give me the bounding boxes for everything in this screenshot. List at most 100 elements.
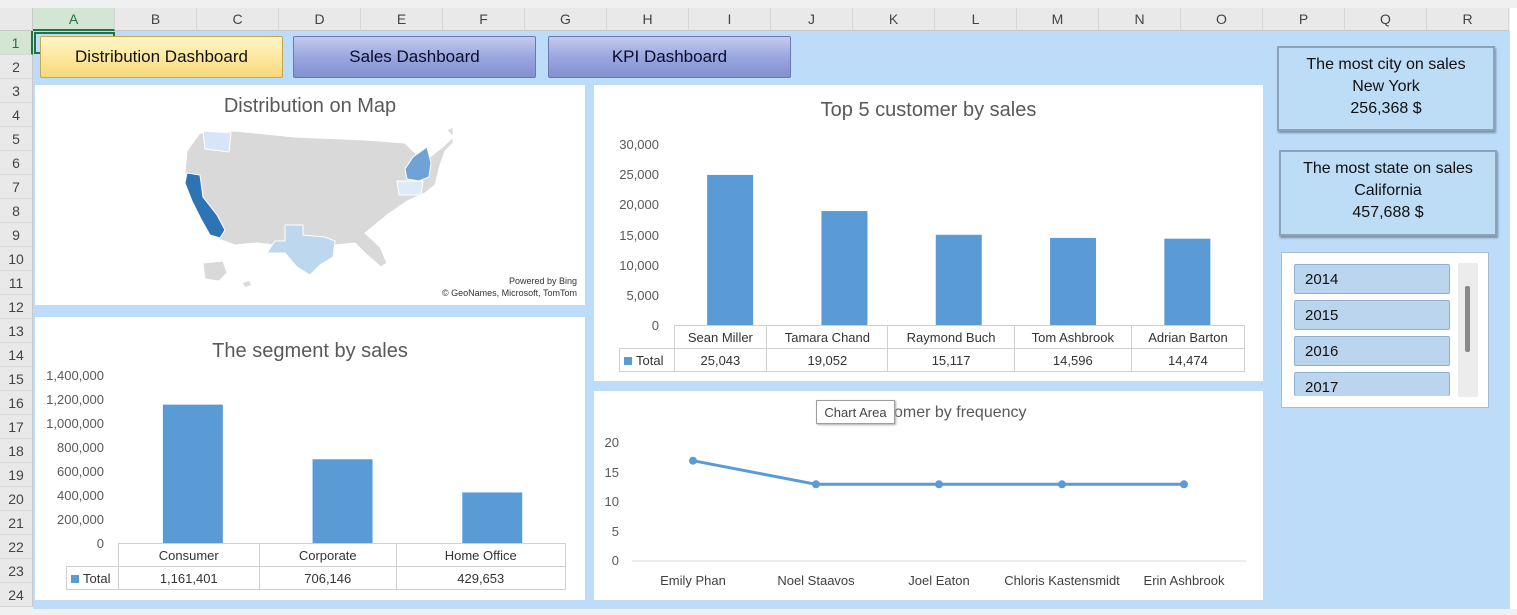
top-customers-chart[interactable]: Top 5 customer by sales Sean Miller Tama… [594, 85, 1263, 381]
bar-raymond-buch[interactable] [935, 234, 982, 326]
row-header[interactable]: 11 [0, 271, 33, 295]
frequency-point[interactable] [1180, 480, 1188, 489]
slicer-item-2015[interactable]: 2015 [1294, 300, 1450, 330]
customer-sales: 25,043 [673, 348, 768, 372]
row-header[interactable]: 8 [0, 199, 33, 223]
column-header[interactable]: G [525, 8, 607, 31]
row-header[interactable]: 9 [0, 223, 33, 247]
row-header[interactable]: 2 [0, 55, 33, 79]
x-tick-label: Erin Ashbrook [1143, 573, 1225, 588]
map-chart[interactable]: Distribution on Map Powered by Bing © Ge… [35, 85, 585, 305]
select-all-corner[interactable] [0, 8, 33, 31]
segment-value: 706,146 [259, 566, 397, 590]
top-city-amount: 256,368 $ [1350, 100, 1422, 117]
y-tick-label: 25,000 [619, 167, 659, 183]
column-header[interactable]: B [115, 8, 197, 31]
y-tick-label: 15,000 [619, 227, 659, 243]
frequency-point[interactable] [812, 480, 820, 489]
y-tick-label: 20 [604, 435, 619, 450]
row-header[interactable]: 4 [0, 103, 33, 127]
sales-dashboard-button[interactable]: Sales Dashboard [293, 36, 536, 78]
top-city-name: New York [1352, 78, 1420, 95]
row-header[interactable]: 6 [0, 151, 33, 175]
column-header[interactable]: N [1099, 8, 1181, 31]
slicer-item-2017[interactable]: 2017 [1294, 372, 1450, 396]
map-powered-by: Powered by Bing [508, 276, 577, 286]
column-header[interactable]: R [1427, 8, 1509, 31]
column-header[interactable]: I [689, 8, 771, 31]
map-credit: © GeoNames, Microsoft, TomTom [442, 288, 577, 298]
slicer-item-2014[interactable]: 2014 [1294, 264, 1450, 294]
column-header[interactable]: H [607, 8, 689, 31]
y-tick-label: 10,000 [619, 257, 659, 273]
customer-sales: 19,052 [766, 348, 889, 372]
row-header[interactable]: 22 [0, 535, 33, 559]
distribution-dashboard-button[interactable]: Distribution Dashboard [40, 36, 283, 78]
bar-corporate[interactable] [312, 459, 373, 544]
column-header[interactable]: Q [1345, 8, 1427, 31]
customer-name: Sean Miller [673, 325, 768, 349]
column-header[interactable]: L [935, 8, 1017, 31]
row-header[interactable]: 16 [0, 391, 33, 415]
bar-home-office[interactable] [462, 492, 523, 544]
row-header[interactable]: 3 [0, 79, 33, 103]
row-header[interactable]: 15 [0, 367, 33, 391]
column-header[interactable]: F [443, 8, 525, 31]
column-header[interactable]: K [853, 8, 935, 31]
row-header[interactable]: 19 [0, 463, 33, 487]
column-header[interactable]: O [1181, 8, 1263, 31]
top-customers-data-table: Sean Miller Tamara Chand Raymond Buch To… [619, 325, 1246, 372]
row-header[interactable]: 23 [0, 559, 33, 583]
column-header[interactable]: D [279, 8, 361, 31]
row-header[interactable]: 24 [0, 583, 33, 607]
legend-swatch [624, 356, 632, 365]
row-header[interactable]: 14 [0, 343, 33, 367]
row-header[interactable]: 1 [0, 31, 33, 55]
row-header[interactable]: 5 [0, 127, 33, 151]
row-header[interactable]: 17 [0, 415, 33, 439]
chart-area-tooltip: Chart Area [816, 400, 895, 424]
frequency-point[interactable] [1058, 480, 1066, 489]
y-tick-label: 0 [651, 318, 659, 333]
row-header[interactable]: 10 [0, 247, 33, 271]
frequency-point[interactable] [935, 480, 943, 489]
segment-value: 1,161,401 [117, 566, 260, 590]
row-header[interactable]: 18 [0, 439, 33, 463]
bar-sean-miller[interactable] [707, 174, 754, 326]
column-header[interactable]: J [771, 8, 853, 31]
slicer-item-2016[interactable]: 2016 [1294, 336, 1450, 366]
top-state-card: The most state on sales California 457,6… [1279, 150, 1497, 236]
bar-consumer[interactable] [162, 404, 223, 544]
row-header[interactable]: 21 [0, 511, 33, 535]
segment-category: Corporate [259, 543, 397, 567]
column-header[interactable]: M [1017, 8, 1099, 31]
row-header[interactable]: 20 [0, 487, 33, 511]
segment-value: 429,653 [395, 566, 566, 590]
y-tick-label: 400,000 [57, 488, 104, 503]
year-slicer[interactable]: 2014 2015 2016 2017 [1281, 252, 1489, 408]
bar-tom-ashbrook[interactable] [1050, 237, 1097, 326]
y-tick-label: 0 [611, 553, 619, 568]
y-tick-label: 5,000 [626, 287, 659, 303]
frequency-chart[interactable]: omer by frequency 0 5 10 15 20 Emily Phan Noel… [594, 391, 1263, 600]
segment-category: Home Office [395, 543, 566, 567]
us-map [184, 126, 454, 287]
y-tick-label: 600,000 [57, 464, 104, 479]
frequency-point[interactable] [689, 456, 697, 465]
top-city-card: The most city on sales New York 256,368 … [1277, 46, 1495, 131]
customer-name: Raymond Buch [887, 325, 1015, 349]
column-header[interactable]: E [361, 8, 443, 31]
segment-chart[interactable]: The segment by sales Consumer Corporate … [35, 317, 585, 600]
bar-adrian-barton[interactable] [1164, 238, 1211, 326]
bar-tamara-chand[interactable] [821, 211, 868, 326]
row-header[interactable]: 13 [0, 319, 33, 343]
row-header[interactable]: 12 [0, 295, 33, 319]
column-header[interactable]: A [33, 8, 115, 31]
slicer-scroll-thumb[interactable] [1465, 286, 1470, 352]
row-header[interactable]: 7 [0, 175, 33, 199]
y-tick-label: 1,200,000 [46, 392, 104, 407]
column-header[interactable]: P [1263, 8, 1345, 31]
kpi-dashboard-button[interactable]: KPI Dashboard [548, 36, 791, 78]
segment-data-table: Consumer Corporate Home Office Total 1,1… [66, 543, 566, 590]
column-header[interactable]: C [197, 8, 279, 31]
